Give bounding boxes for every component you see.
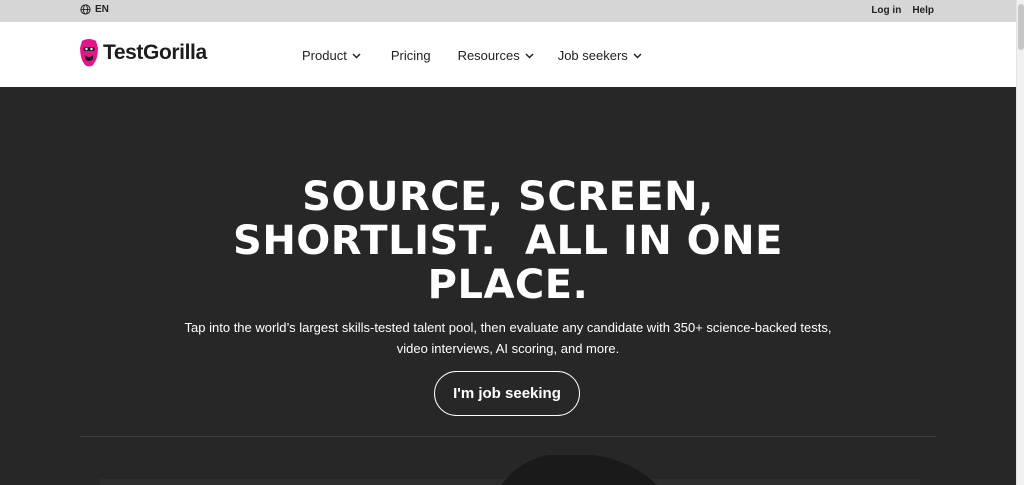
subtitle-line: video interviews, AI scoring, and more. — [396, 341, 620, 356]
utility-bar: EN Log in Help — [0, 0, 1016, 22]
login-link[interactable]: Log in — [871, 5, 901, 16]
brand-name: TestGorilla — [103, 41, 207, 64]
chevron-down-icon — [525, 52, 534, 59]
scrollbar-thumb[interactable] — [1018, 4, 1024, 50]
menu-item-label: Product — [302, 48, 347, 63]
main-nav: TestGorilla Product Pricing Resources Jo… — [0, 22, 1016, 87]
brand-logo[interactable]: TestGorilla — [79, 37, 207, 69]
language-label: EN — [95, 4, 109, 15]
subtitle-line: Tap into the world’s largest skills-test… — [184, 320, 832, 335]
menu-item-job-seekers[interactable]: Job seekers — [558, 48, 642, 63]
menu-item-pricing[interactable]: Pricing — [391, 48, 431, 63]
hero-headline: SOURCE, SCREEN, SHORTLIST. ALL IN ONE PL… — [0, 175, 1016, 307]
hero-image-peek — [100, 455, 920, 485]
job-seeking-button[interactable]: I'm job seeking — [434, 371, 580, 416]
menu-item-label: Job seekers — [557, 48, 628, 63]
menu-item-label: Resources — [457, 48, 520, 63]
chevron-down-icon — [633, 52, 642, 59]
hero-divider — [80, 436, 936, 437]
hero-section: SOURCE, SCREEN, SHORTLIST. ALL IN ONE PL… — [0, 87, 1016, 485]
menu-item-resources[interactable]: Resources — [458, 48, 534, 63]
menu-item-product[interactable]: Product — [302, 48, 361, 63]
hero-subtitle: Tap into the world’s largest skills-test… — [0, 317, 1016, 359]
help-link[interactable]: Help — [912, 5, 934, 16]
headline-line: SHORTLIST. ALL IN ONE — [233, 218, 783, 264]
headline-line: SOURCE, SCREEN, — [302, 174, 714, 220]
primary-menu: Product Pricing Resources Job seekers — [302, 48, 642, 63]
menu-item-label: Pricing — [390, 48, 431, 63]
language-selector[interactable]: EN — [80, 4, 109, 15]
scrollbar[interactable] — [1016, 0, 1024, 485]
chevron-down-icon — [352, 52, 361, 59]
globe-icon — [80, 4, 91, 15]
headline-line: PLACE. — [427, 262, 589, 308]
gorilla-logo-icon — [80, 39, 98, 67]
